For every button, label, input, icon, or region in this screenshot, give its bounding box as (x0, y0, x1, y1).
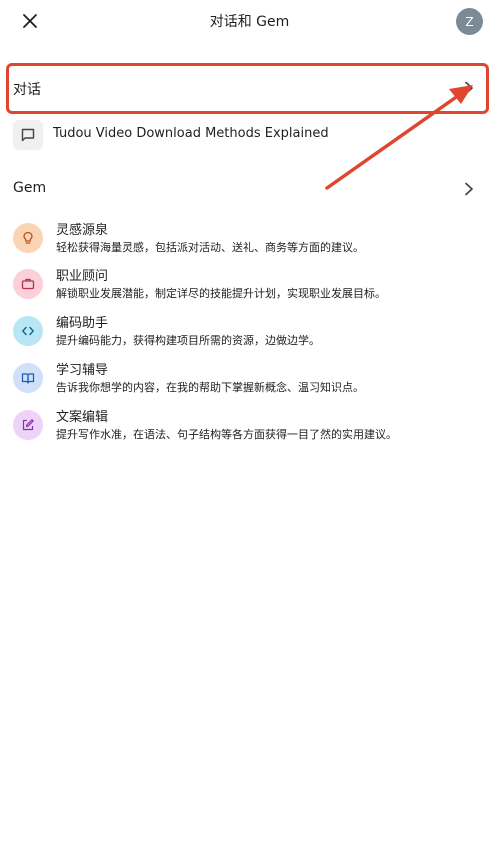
gem-item-study[interactable]: 学习辅导 告诉我你想学的内容，在我的帮助下掌握新概念、温习知识点。 (13, 359, 483, 399)
conversations-section-header[interactable]: 对话 (0, 66, 499, 111)
lightbulb-icon (23, 231, 33, 244)
gem-description: 解锁职业发展潜能，制定详尽的技能提升计划，实现职业发展目标。 (56, 287, 386, 300)
gem-name: 学习辅导 (56, 363, 109, 378)
gem-name: 编码助手 (56, 316, 109, 331)
gem-item-writing[interactable]: 文案编辑 提升写作水准，在语法、句子结构等各方面获得一目了然的实用建议。 (13, 406, 483, 446)
briefcase-icon (21, 278, 35, 290)
gem-description: 提升写作水准，在语法、句子结构等各方面获得一目了然的实用建议。 (56, 428, 397, 441)
edit-icon-wrap (13, 410, 43, 440)
chat-icon (21, 128, 35, 142)
gem-item-inspiration[interactable]: 灵感源泉 轻松获得海量灵感，包括派对活动、送礼、商务等方面的建议。 (13, 219, 483, 259)
lightbulb-icon-wrap (13, 223, 43, 253)
chevron-right-icon (465, 182, 473, 196)
chevron-right-icon (465, 81, 473, 95)
book-icon-wrap (13, 363, 43, 393)
gem-item-career[interactable]: 职业顾问 解锁职业发展潜能，制定详尽的技能提升计划，实现职业发展目标。 (13, 265, 483, 305)
gem-section-header[interactable]: Gem (0, 172, 499, 206)
gem-description: 告诉我你想学的内容，在我的帮助下掌握新概念、温习知识点。 (56, 381, 364, 394)
gem-name: 文案编辑 (56, 410, 109, 425)
conversations-label: 对话 (13, 82, 41, 98)
conversation-title: Tudou Video Download Methods Explained (53, 126, 329, 141)
conversation-item[interactable]: Tudou Video Download Methods Explained (13, 120, 483, 150)
code-icon (22, 326, 34, 336)
gem-description: 轻松获得海量灵感，包括派对活动、送礼、商务等方面的建议。 (56, 241, 364, 254)
gem-name: 职业顾问 (56, 269, 109, 284)
gem-name: 灵感源泉 (56, 223, 109, 238)
book-icon (21, 373, 35, 384)
code-icon-wrap (13, 316, 43, 346)
header: 对话和 Gem Z (0, 0, 499, 42)
conversations-and-gems-page: 对话和 Gem Z 对话 Tudou Video Download Method… (0, 0, 499, 858)
briefcase-icon-wrap (13, 269, 43, 299)
edit-icon (22, 419, 34, 431)
page-title: 对话和 Gem (209, 14, 290, 30)
avatar[interactable]: Z (456, 8, 483, 35)
gem-description: 提升编码能力，获得构建项目所需的资源，边做边学。 (56, 334, 320, 347)
chat-icon-wrap (13, 120, 43, 150)
gem-label: Gem (13, 180, 47, 196)
gem-item-coding[interactable]: 编码助手 提升编码能力，获得构建项目所需的资源，边做边学。 (13, 312, 483, 352)
